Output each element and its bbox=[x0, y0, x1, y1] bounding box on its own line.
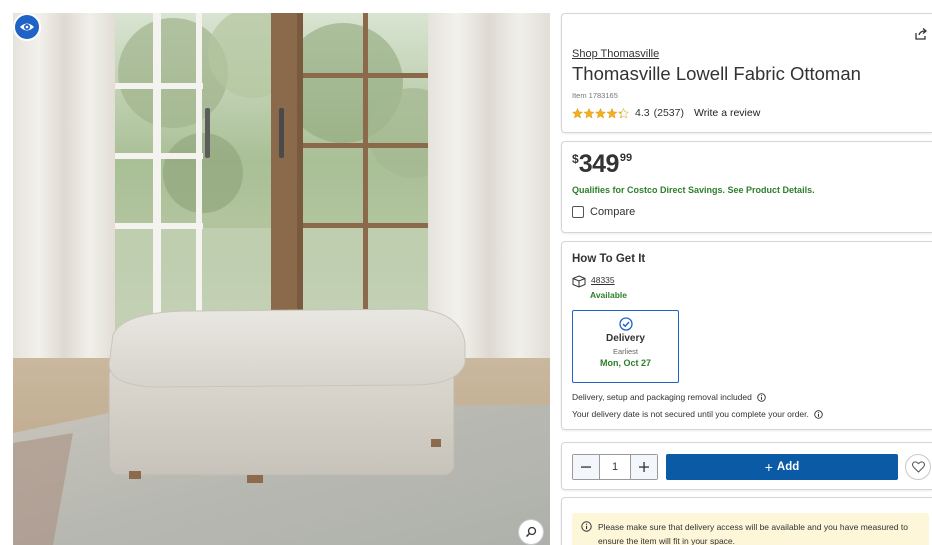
quantity-stepper bbox=[572, 454, 658, 480]
product-title: Thomasville Lowell Fabric Ottoman bbox=[572, 63, 861, 84]
increase-quantity-button[interactable] bbox=[631, 455, 657, 479]
delivery-earliest-label: Earliest bbox=[612, 347, 638, 356]
plus-icon: + bbox=[764, 459, 773, 475]
delivery-notice-text: Please make sure that delivery access wi… bbox=[598, 522, 908, 545]
review-count[interactable]: (2537) bbox=[654, 107, 684, 119]
delivery-included-note: Delivery, setup and packaging removal in… bbox=[572, 392, 766, 402]
how-to-get-card: How To Get It 48335 Available Delivery E… bbox=[561, 241, 932, 430]
availability-status: Available bbox=[590, 290, 628, 300]
purchase-card: + Add bbox=[561, 442, 932, 490]
delivery-label: Delivery bbox=[606, 333, 645, 344]
info-icon[interactable] bbox=[814, 409, 823, 419]
delivery-included-text: Delivery, setup and packaging removal in… bbox=[572, 392, 752, 402]
view-360-button[interactable] bbox=[13, 13, 41, 41]
delivery-option[interactable]: Delivery Earliest Mon, Oct 27 bbox=[572, 310, 679, 383]
rating-value: 4.3 bbox=[635, 107, 650, 119]
plus-icon bbox=[639, 462, 649, 472]
price-cents: 99 bbox=[619, 152, 633, 164]
product-photo bbox=[13, 13, 550, 545]
section-title: How To Get It bbox=[572, 253, 646, 265]
add-to-cart-button[interactable]: + Add bbox=[666, 454, 898, 480]
zoom-button[interactable] bbox=[518, 519, 544, 545]
info-icon bbox=[581, 521, 592, 532]
product-image[interactable] bbox=[13, 13, 550, 545]
delivery-date-text: Your delivery date is not secured until … bbox=[572, 409, 809, 419]
delivery-date-note: Your delivery date is not secured until … bbox=[572, 409, 823, 419]
eye-icon bbox=[20, 23, 34, 31]
delivery-notice-card: Please make sure that delivery access wi… bbox=[561, 497, 932, 545]
zoom-icon bbox=[525, 526, 537, 538]
checkbox[interactable] bbox=[572, 206, 584, 218]
star-rating-icon bbox=[572, 107, 629, 118]
star-rating[interactable] bbox=[572, 107, 629, 119]
heart-icon bbox=[911, 461, 925, 473]
item-number: Item 1783165 bbox=[572, 91, 618, 100]
direct-savings-link[interactable]: Qualifies for Costco Direct Savings. See… bbox=[572, 185, 815, 195]
price-card: $ 349 99 Qualifies for Costco Direct Sav… bbox=[561, 141, 932, 233]
zip-code-link[interactable]: 48335 bbox=[591, 275, 615, 285]
price-currency: $ bbox=[572, 152, 579, 166]
package-icon bbox=[572, 275, 586, 288]
delivery-notice: Please make sure that delivery access wi… bbox=[572, 513, 929, 545]
quantity-input[interactable] bbox=[599, 455, 631, 479]
price: $ 349 99 bbox=[572, 149, 632, 179]
compare-label: Compare bbox=[590, 206, 636, 218]
delivery-date: Mon, Oct 27 bbox=[599, 358, 651, 368]
minus-icon bbox=[581, 466, 591, 468]
add-button-label: Add bbox=[776, 461, 800, 473]
check-circle-icon bbox=[618, 317, 633, 331]
info-icon[interactable] bbox=[757, 392, 766, 402]
compare-checkbox[interactable]: Compare bbox=[572, 206, 635, 218]
zip-row: 48335 bbox=[572, 275, 615, 288]
price-dollars: 349 bbox=[578, 150, 620, 178]
share-icon[interactable] bbox=[914, 27, 928, 46]
write-review-link[interactable]: Write a review bbox=[694, 107, 760, 119]
decrease-quantity-button[interactable] bbox=[573, 455, 599, 479]
product-header-card: Shop Thomasville Thomasville Lowell Fabr… bbox=[561, 13, 932, 133]
wishlist-button[interactable] bbox=[905, 454, 931, 480]
brand-link[interactable]: Shop Thomasville bbox=[572, 48, 659, 60]
rating-row: 4.3 (2537) Write a review bbox=[572, 107, 760, 119]
